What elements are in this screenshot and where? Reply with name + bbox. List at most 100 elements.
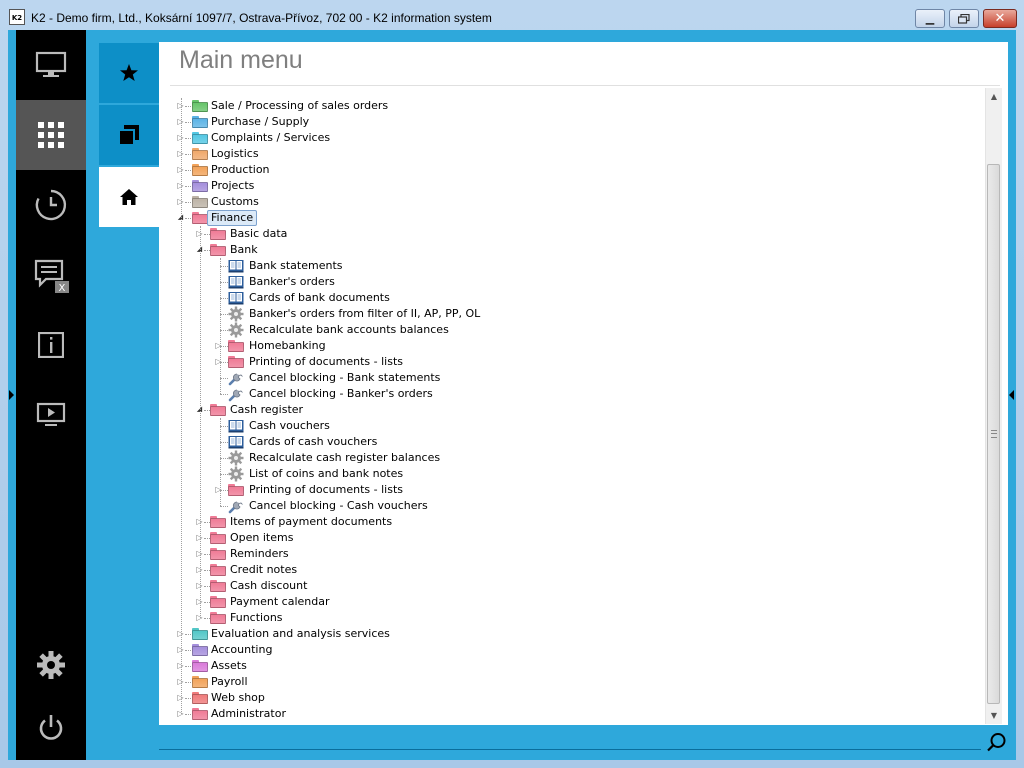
star-icon [120,64,138,81]
tree-node-label[interactable]: Printing of documents - lists [249,355,403,369]
maximize-icon [950,10,978,27]
tree-node-label[interactable]: Cards of cash vouchers [249,435,377,449]
tree-node-label[interactable]: Bank [230,243,258,257]
tree-node-label[interactable]: Credit notes [230,563,297,577]
tree-node[interactable] [170,210,980,226]
tree-node[interactable] [170,642,980,658]
tree-node-label[interactable]: Accounting [211,643,272,657]
search-icon[interactable] [985,731,1009,755]
minimize-button[interactable]: ▁ [915,9,945,28]
folder-icon [210,548,226,560]
tree-node-label[interactable]: Homebanking [249,339,326,353]
tree-node-label[interactable]: Administrator [211,707,286,721]
tab-favorites[interactable] [99,43,159,103]
tree-node[interactable] [170,658,980,674]
collapse-left-arrow-icon[interactable] [9,390,14,400]
tree-node-label[interactable]: Cancel blocking - Bank statements [249,371,440,385]
nav-history[interactable] [16,170,86,240]
tree-scrollbar[interactable]: ▲ ▼ [985,88,1002,724]
tree-node-label[interactable]: Cash register [230,403,303,417]
tree-connector [185,186,191,187]
tree-node-label[interactable]: Items of payment documents [230,515,392,529]
tree-node[interactable] [170,146,980,162]
tree-node[interactable] [170,226,980,242]
folder-body [192,214,208,224]
tree-node-label[interactable]: Payment calendar [230,595,329,609]
tab-windows[interactable] [99,105,159,165]
nav-info[interactable] [16,310,86,380]
nav-main-menu[interactable] [16,100,86,170]
scroll-down-arrow-icon[interactable]: ▼ [986,707,1002,724]
tree-node-label[interactable]: Assets [211,659,247,673]
tree-connector [185,698,191,699]
nav-power[interactable] [16,693,86,763]
tab-home[interactable] [99,167,159,227]
tree-node-label[interactable]: Banker's orders from filter of II, AP, P… [249,307,480,321]
tree-node-label[interactable]: Open items [230,531,293,545]
tree-node-label[interactable]: Basic data [230,227,287,241]
tree-node-label[interactable]: Evaluation and analysis services [211,627,390,641]
tree-node-label[interactable]: Cancel blocking - Cash vouchers [249,499,428,513]
book-icon [228,420,244,433]
tree-node-label[interactable]: Cancel blocking - Banker's orders [249,387,433,401]
nav-settings[interactable] [16,630,86,700]
tree-node-label[interactable]: Cards of bank documents [249,291,390,305]
tree-node-label[interactable]: Reminders [230,547,289,561]
tree-node-label[interactable]: Logistics [211,147,259,161]
tree-node-label[interactable]: List of coins and bank notes [249,467,403,481]
scroll-up-arrow-icon[interactable]: ▲ [986,88,1002,105]
svg-text:X: X [59,283,66,293]
left-nav-bar: X [16,30,86,760]
tree-node-label[interactable]: Finance [207,210,258,226]
folder-body [192,694,208,704]
folder-body [192,166,208,176]
tree-node-label[interactable]: Printing of documents - lists [249,483,403,497]
tree-node-label[interactable]: Bank statements [249,259,343,273]
history-clock-icon [35,189,67,221]
tree-node-label[interactable]: Payroll [211,675,248,689]
tree-node-label[interactable]: Purchase / Supply [211,115,309,129]
tree-node-label[interactable]: Production [211,163,270,177]
tree-node[interactable] [170,178,980,194]
tree-node-label[interactable]: Recalculate bank accounts balances [249,323,449,337]
tree-connector [220,394,228,395]
folder-icon [192,212,208,224]
collapse-right-arrow-icon[interactable] [1009,390,1014,400]
tree-connector [220,442,228,443]
tree-node-label[interactable]: Projects [211,179,254,193]
tree-node[interactable] [170,194,980,210]
book-icon [228,276,244,289]
close-button[interactable]: ✕ [983,9,1017,28]
folder-icon [192,180,208,192]
nav-presentation[interactable] [16,380,86,450]
tree-node[interactable] [170,706,980,722]
window-title: K2 - Demo firm, Ltd., Koksární 1097/7, O… [31,11,492,25]
tree-node[interactable] [170,674,980,690]
tree-node[interactable] [170,546,980,562]
tree-node-label[interactable]: Customs [211,195,259,209]
tree-node-label[interactable]: Banker's orders [249,275,335,289]
tree-node-label[interactable]: Functions [230,611,283,625]
tree-node-label[interactable]: Web shop [211,691,265,705]
tree-node-label[interactable]: Complaints / Services [211,131,330,145]
folder-icon [210,564,226,576]
tree-node[interactable] [170,162,980,178]
tree-node[interactable] [170,690,980,706]
tree-node[interactable] [170,242,980,258]
scroll-thumb[interactable] [987,164,1000,704]
tree-connector [185,666,191,667]
tree-node-label[interactable]: Sale / Processing of sales orders [211,99,388,113]
app-icon[interactable]: K2 [9,9,25,25]
tree-node-label[interactable]: Cash vouchers [249,419,330,433]
nav-desktop[interactable] [16,30,86,100]
search-input[interactable] [159,749,981,750]
tree-node[interactable] [170,610,980,626]
maximize-button[interactable] [949,9,979,28]
tree-node-label[interactable]: Recalculate cash register balances [249,451,440,465]
tree-node-label[interactable]: Cash discount [230,579,307,593]
title-bar[interactable]: K2 K2 - Demo firm, Ltd., Koksární 1097/7… [0,0,1024,30]
nav-messages[interactable]: X [16,240,86,310]
folder-body [228,486,244,496]
folder-icon [210,596,226,608]
tree-connector [220,426,228,427]
